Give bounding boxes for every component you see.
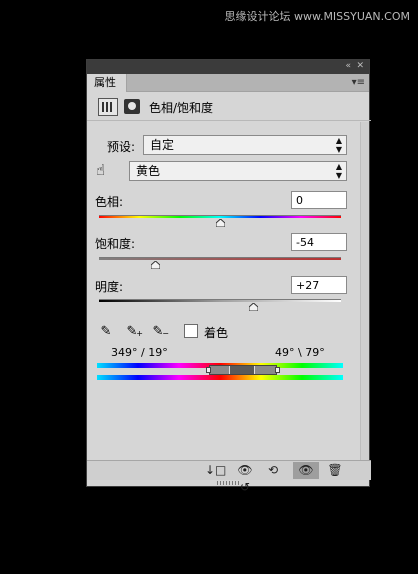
tab-properties[interactable]: 属性 [87,74,127,92]
eyedropper-plus-icon[interactable]: ✎ + [124,323,143,341]
saturation-slider-thumb[interactable] [150,261,160,269]
reset-icon[interactable]: ⟲ [263,462,283,479]
adjustment-header: 色相/饱和度 [87,93,371,121]
range-core[interactable] [229,366,255,374]
lightness-slider-thumb[interactable] [248,303,258,311]
preset-dropdown-value: 自定 [150,138,175,152]
toggle-visibility-icon[interactable]: 👁 [293,462,319,479]
adjustment-title: 色相/饱和度 [149,101,214,115]
hue-input[interactable] [291,191,347,209]
targeted-adjustment-hand-icon[interactable]: ☝ [96,161,105,179]
lightness-slider-track[interactable] [99,299,341,302]
hue-label: 色相: [95,195,124,209]
bottom-toolbar: ↓□ 👁↺ ⟲ 👁 🗑 [87,460,371,494]
hue-slider-thumb[interactable] [216,219,225,227]
view-previous-state-icon[interactable]: 👁↺ [233,462,257,494]
range-start-handle[interactable] [206,367,211,373]
panel-scrollbar[interactable] [360,122,369,460]
close-icon[interactable]: ✕ [356,61,364,72]
layer-mask-icon[interactable] [124,99,140,114]
preset-label: 预设: [107,140,136,154]
lightness-label: 明度: [95,280,124,294]
channel-dropdown[interactable]: 黄色 ▲ ▼ [129,161,347,181]
panel-topbar: « ✕ [87,60,369,74]
tab-row: 属性 ▾≡ [87,74,369,92]
range-end-handle[interactable] [275,367,280,373]
clip-to-layer-icon[interactable]: ↓□ [205,462,226,479]
channel-dropdown-value: 黄色 [136,164,161,178]
updown-arrow-icon: ▲ ▼ [335,162,342,180]
properties-panel: « ✕ 属性 ▾≡ 色相/饱和度 预设: 自定 ▲▼ ☝ 黄色 ▲▼ 色相: 饱… [86,59,371,494]
eyedropper-minus-icon[interactable]: ✎ − [150,323,169,341]
updown-arrow-icon: ▲ ▼ [335,136,342,154]
eyedropper-icon[interactable]: ✎ [98,323,114,341]
hue-saturation-adjustment-icon[interactable] [98,98,118,116]
collapse-icon[interactable]: « [345,61,351,72]
preset-dropdown[interactable]: 自定 ▲ ▼ [143,135,347,155]
lightness-input[interactable] [291,276,347,294]
colorize-checkbox[interactable] [184,324,198,338]
saturation-slider-track[interactable] [99,257,341,260]
range-left-readout: 349° / 19° [111,346,168,359]
saturation-input[interactable] [291,233,347,251]
saturation-label: 饱和度: [95,237,136,251]
panel-menu-icon[interactable]: ▾≡ [352,77,365,88]
color-range-slider[interactable] [206,365,280,375]
colorize-label: 着色 [204,326,229,340]
resize-grip[interactable] [217,481,241,485]
watermark: 思缘设计论坛 www.MISSYUAN.COM [224,10,410,23]
hue-slider-track[interactable] [99,215,341,218]
output-color-bar [97,375,343,380]
delete-icon[interactable]: 🗑 [325,462,345,479]
range-right-readout: 49° \ 79° [275,346,325,359]
